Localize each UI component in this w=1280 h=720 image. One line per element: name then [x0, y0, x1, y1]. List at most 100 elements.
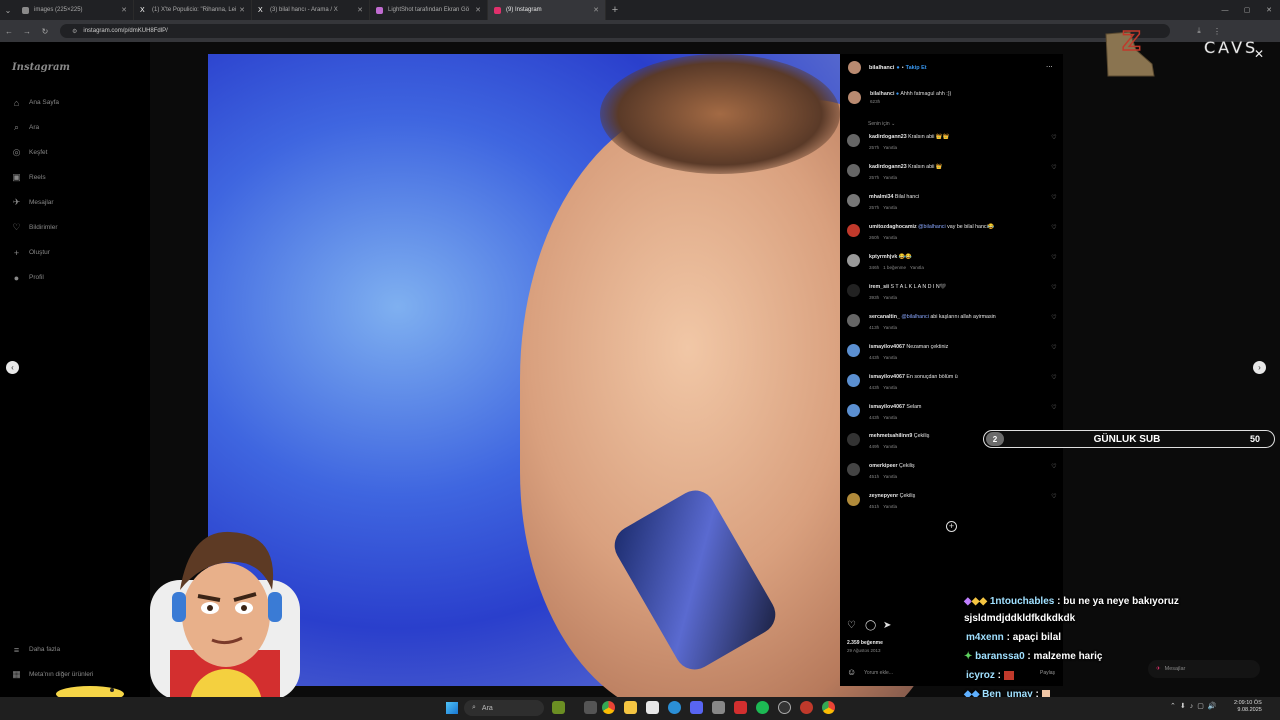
- comment-username[interactable]: ismayilov4067: [869, 374, 905, 380]
- browser-tab[interactable]: X (1) X'te Populicio: "Rihanna, Lei ✕: [134, 0, 252, 20]
- sidebar-item-keşfet[interactable]: ◎ Keşfet: [11, 147, 48, 158]
- taskbar-search[interactable]: ⌕ Ara: [464, 700, 544, 716]
- avatar[interactable]: [848, 61, 861, 74]
- clock[interactable]: 2:09:10 ÖS 9.08.2025: [1234, 700, 1262, 714]
- comment-username[interactable]: omerkipeer: [869, 463, 898, 469]
- follow-button[interactable]: Takip Et: [906, 65, 927, 71]
- reply-button[interactable]: Yanıtla: [883, 205, 897, 210]
- close-tab-icon[interactable]: ✕: [121, 6, 127, 14]
- likes-count[interactable]: 2.359 beğenme: [847, 640, 883, 646]
- edge-icon[interactable]: [668, 701, 681, 714]
- discord-icon[interactable]: [690, 701, 703, 714]
- reply-button[interactable]: Yanıtla: [883, 415, 897, 420]
- back-icon[interactable]: ←: [0, 27, 18, 36]
- comment-input[interactable]: Yorum ekle...: [864, 670, 893, 676]
- avatar[interactable]: [847, 433, 860, 446]
- avatar[interactable]: [847, 224, 860, 237]
- load-more-comments-icon[interactable]: +: [946, 521, 957, 532]
- close-tab-icon[interactable]: ✕: [475, 6, 481, 14]
- share-button[interactable]: Paylaş: [1040, 670, 1055, 676]
- comment-username[interactable]: sercanaltin_: [869, 314, 900, 320]
- reply-button[interactable]: Yanıtla: [883, 235, 897, 240]
- comment-like-icon[interactable]: ♡: [1049, 194, 1059, 211]
- reply-button[interactable]: Yanıtla: [883, 444, 897, 449]
- comment-like-icon[interactable]: ♡: [1049, 404, 1059, 421]
- chrome-icon[interactable]: [602, 701, 615, 714]
- new-tab-button[interactable]: +: [606, 4, 624, 16]
- browser-tab[interactable]: LightShot tarafından Ekran Gö ✕: [370, 0, 488, 20]
- comment-like-icon[interactable]: ♡: [1049, 284, 1059, 301]
- reply-button[interactable]: Yanıtla: [910, 265, 924, 270]
- reply-button[interactable]: Yanıtla: [883, 295, 897, 300]
- avatar[interactable]: [847, 404, 860, 417]
- forward-icon[interactable]: →: [18, 27, 36, 36]
- comment-like-icon[interactable]: ♡: [1049, 314, 1059, 331]
- author-username[interactable]: bilalhanci: [869, 65, 894, 71]
- notepad-icon[interactable]: [646, 701, 659, 714]
- reply-button[interactable]: Yanıtla: [883, 474, 897, 479]
- app-icon[interactable]: [800, 701, 813, 714]
- comment-icon[interactable]: ◯: [865, 620, 876, 631]
- sidebar-item-profil[interactable]: ● Profil: [11, 272, 44, 283]
- previous-post-icon[interactable]: ‹: [6, 361, 19, 374]
- tab-list-icon[interactable]: ⌄: [0, 6, 16, 15]
- widgets-icon[interactable]: [552, 701, 565, 714]
- browser-tab-active[interactable]: (9) Instagram ✕: [488, 0, 606, 20]
- browser-tab[interactable]: X (3) bilal hancı - Arama / X ✕: [252, 0, 370, 20]
- start-icon[interactable]: [446, 702, 458, 714]
- comment-like-icon[interactable]: ♡: [1049, 164, 1059, 181]
- reply-button[interactable]: Yanıtla: [883, 504, 897, 509]
- comment-like-icon[interactable]: ♡: [1049, 224, 1059, 241]
- close-tab-icon[interactable]: ✕: [239, 6, 245, 14]
- comment-username[interactable]: ismayilov4067: [869, 404, 905, 410]
- meta-products-button[interactable]: ▦ Meta'nın diğer ürünleri: [11, 669, 93, 680]
- comment-username[interactable]: mhalmi34: [869, 194, 893, 200]
- task-view-icon[interactable]: [584, 701, 597, 714]
- sidebar-item-mesajlar[interactable]: ✈ Mesajlar: [11, 197, 54, 208]
- comment-username[interactable]: kadirdogann23: [869, 134, 907, 140]
- reply-button[interactable]: Yanıtla: [883, 175, 897, 180]
- next-post-icon[interactable]: ›: [1253, 361, 1266, 374]
- comment-like-icon[interactable]: ♡: [1049, 134, 1059, 151]
- comment-username[interactable]: zeynepyenr: [869, 493, 898, 499]
- app-icon[interactable]: [712, 701, 725, 714]
- avatar[interactable]: [847, 344, 860, 357]
- sidebar-item-reels[interactable]: ▣ Reels: [11, 172, 45, 183]
- comment-like-icon[interactable]: ♡: [1049, 254, 1059, 271]
- comment-likes[interactable]: 1 beğenme: [883, 265, 906, 270]
- avatar[interactable]: [847, 463, 860, 476]
- avatar[interactable]: [847, 493, 860, 506]
- comment-username[interactable]: kptyrmhjvk: [869, 254, 897, 260]
- emoji-icon[interactable]: ☺: [847, 667, 856, 677]
- instagram-logo[interactable]: Instagram: [12, 62, 70, 73]
- more-button[interactable]: ≡ Daha fazla: [11, 644, 60, 655]
- reply-button[interactable]: Yanıtla: [883, 325, 897, 330]
- system-tray[interactable]: ⌃⬇♪▢🔊: [1170, 702, 1221, 710]
- avatar[interactable]: [847, 164, 860, 177]
- avatar[interactable]: [847, 134, 860, 147]
- sort-dropdown[interactable]: Senin için ⌄: [868, 121, 895, 127]
- reply-button[interactable]: Yanıtla: [883, 145, 897, 150]
- messages-pill[interactable]: ✈ Mesajlar: [1148, 660, 1260, 678]
- like-heart-icon[interactable]: ♡: [847, 620, 856, 631]
- avatar[interactable]: [847, 194, 860, 207]
- avatar[interactable]: [847, 374, 860, 387]
- reply-button[interactable]: Yanıtla: [883, 385, 897, 390]
- sidebar-item-ara[interactable]: ⌕ Ara: [11, 122, 39, 133]
- mention-link[interactable]: @bilalhanci: [901, 314, 928, 320]
- avatar[interactable]: [847, 284, 860, 297]
- close-window-icon[interactable]: ✕: [1258, 6, 1280, 14]
- sidebar-item-oluştur[interactable]: + Oluştur: [11, 247, 50, 258]
- more-options-icon[interactable]: ...: [1046, 60, 1053, 69]
- chrome-active-icon[interactable]: [822, 701, 835, 714]
- reply-button[interactable]: Yanıtla: [883, 355, 897, 360]
- comment-username[interactable]: kadirdogann23: [869, 164, 907, 170]
- sidebar-item-bildirimler[interactable]: ♡ Bildirimler: [11, 222, 57, 233]
- comment-username[interactable]: ismayilov4067: [869, 344, 905, 350]
- comment-like-icon[interactable]: ♡: [1049, 493, 1059, 510]
- sidebar-item-ana-sayfa[interactable]: ⌂ Ana Sayfa: [11, 97, 59, 108]
- obs-icon[interactable]: [778, 701, 791, 714]
- comment-username[interactable]: irem_sii: [869, 284, 889, 290]
- comment-username[interactable]: umitozdaghocamiz: [869, 224, 917, 230]
- close-tab-icon[interactable]: ✕: [357, 6, 363, 14]
